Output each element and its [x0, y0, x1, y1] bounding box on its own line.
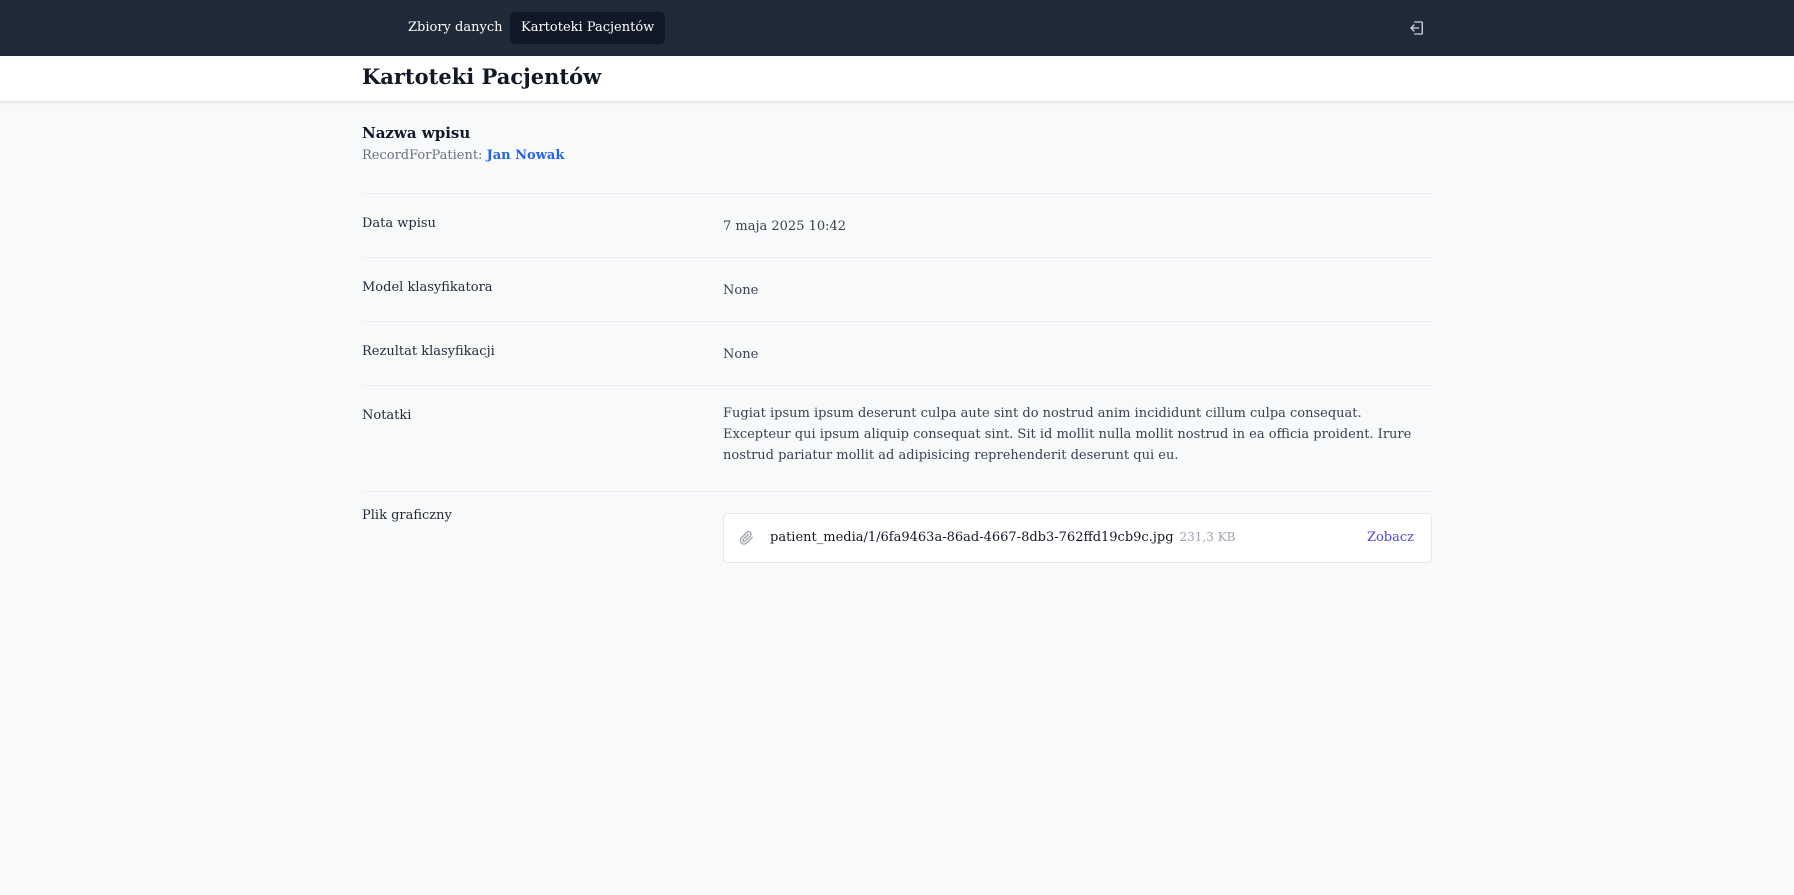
logout-icon — [1410, 21, 1423, 35]
field-value-result: None — [723, 347, 759, 362]
nav-link-datasets[interactable]: Zbiory danych — [397, 12, 513, 44]
field-label-notes: Notatki — [362, 408, 412, 423]
file-attachment: patient_media/1/6fa9463a-86ad-4667-8db3-… — [723, 513, 1432, 563]
field-value-model: None — [723, 283, 759, 298]
nav-link-patient-records[interactable]: Kartoteki Pacjentów — [510, 12, 666, 44]
page-title: Kartoteki Pacjentów — [362, 64, 602, 89]
record-patient-prefix: RecordForPatient: — [362, 148, 483, 163]
view-file-link[interactable]: Zobacz — [1367, 530, 1414, 545]
patient-link[interactable]: Jan Nowak — [487, 148, 565, 163]
top-navigation: Zbiory danych Kartoteki Pacjentów — [0, 0, 1794, 56]
field-row-result: Rezultat klasyfikacji None — [362, 322, 1432, 386]
record-name: Nazwa wpisu — [362, 124, 471, 142]
file-size: 231,3 KB — [1179, 530, 1236, 544]
field-row-notes: Notatki Fugiat ipsum ipsum deserunt culp… — [362, 386, 1432, 492]
field-row-file: Plik graficzny patient_media/1/6fa9463a-… — [362, 492, 1432, 592]
field-value-date: 7 maja 2025 10:42 — [723, 219, 847, 234]
page-header: Kartoteki Pacjentów — [0, 56, 1794, 102]
file-name: patient_media/1/6fa9463a-86ad-4667-8db3-… — [770, 530, 1174, 545]
logout-button[interactable] — [1403, 14, 1431, 42]
record-detail: Nazwa wpisu RecordForPatient: Jan Nowak … — [362, 102, 1432, 592]
paperclip-icon — [739, 531, 753, 545]
field-label-model: Model klasyfikatora — [362, 280, 493, 295]
field-label-date: Data wpisu — [362, 216, 436, 231]
file-name-line: patient_media/1/6fa9463a-86ad-4667-8db3-… — [770, 530, 1235, 545]
field-value-notes: Fugiat ipsum ipsum deserunt culpa aute s… — [723, 406, 1412, 463]
field-label-file: Plik graficzny — [362, 508, 452, 523]
field-row-model: Model klasyfikatora None — [362, 258, 1432, 322]
record-patient-line: RecordForPatient: Jan Nowak — [362, 148, 1432, 163]
field-row-date: Data wpisu 7 maja 2025 10:42 — [362, 194, 1432, 258]
record-heading: Nazwa wpisu RecordForPatient: Jan Nowak — [362, 102, 1432, 194]
field-label-result: Rezultat klasyfikacji — [362, 344, 495, 359]
